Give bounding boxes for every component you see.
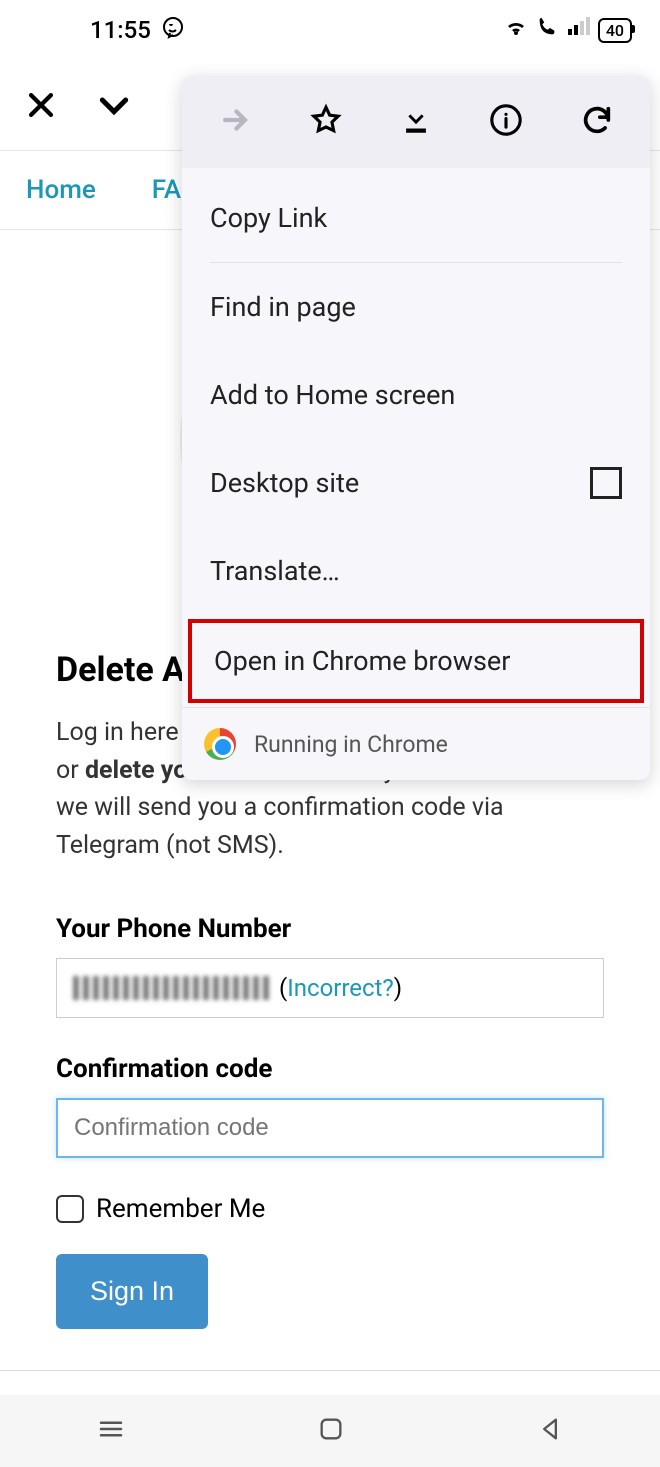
phone-field[interactable]: (Incorrect?) <box>56 958 604 1018</box>
tab-faq[interactable]: FA <box>152 175 181 205</box>
phone-call-icon <box>536 16 558 44</box>
phone-label: Your Phone Number <box>56 914 604 944</box>
reload-icon[interactable] <box>580 103 614 141</box>
desktop-site-checkbox[interactable] <box>590 467 622 499</box>
remember-row[interactable]: Remember Me <box>56 1194 604 1224</box>
phone-value-redacted <box>73 976 273 1000</box>
recents-icon[interactable] <box>96 1414 126 1448</box>
code-input[interactable] <box>74 1114 586 1142</box>
incorrect-link[interactable]: Incorrect? <box>287 974 394 1002</box>
system-nav-bar <box>0 1395 660 1467</box>
code-field-wrap <box>56 1098 604 1158</box>
battery-indicator: 40 <box>598 18 632 43</box>
menu-footer: Running in Chrome <box>182 707 650 780</box>
star-icon[interactable] <box>309 103 343 141</box>
wifi-icon <box>504 15 528 45</box>
signal-icon <box>566 15 590 45</box>
menu-find-in-page[interactable]: Find in page <box>182 263 650 351</box>
info-icon[interactable] <box>489 103 523 141</box>
menu-copy-link[interactable]: Copy Link <box>182 174 650 262</box>
code-label: Confirmation code <box>56 1054 604 1084</box>
forward-icon[interactable] <box>218 103 252 141</box>
tab-home[interactable]: Home <box>26 175 96 205</box>
menu-footer-label: Running in Chrome <box>254 731 448 758</box>
menu-desktop-site[interactable]: Desktop site <box>182 439 650 527</box>
signin-button[interactable]: Sign In <box>56 1254 208 1329</box>
remember-checkbox[interactable] <box>56 1195 84 1223</box>
status-bar: 11:55 40 <box>0 0 660 60</box>
back-icon[interactable] <box>536 1415 564 1447</box>
browser-menu: Copy Link Find in page Add to Home scree… <box>182 76 650 780</box>
menu-translate[interactable]: Translate… <box>182 527 650 615</box>
menu-icon-row <box>182 76 650 168</box>
menu-open-in-chrome[interactable]: Open in Chrome browser <box>188 619 644 703</box>
chevron-down-icon[interactable] <box>94 85 134 125</box>
whatsapp-icon <box>161 15 185 45</box>
chrome-icon <box>204 728 236 760</box>
close-icon[interactable] <box>24 88 58 122</box>
remember-label: Remember Me <box>96 1194 265 1224</box>
menu-add-to-home[interactable]: Add to Home screen <box>182 351 650 439</box>
download-icon[interactable] <box>399 103 433 141</box>
divider <box>0 1370 660 1371</box>
home-icon[interactable] <box>317 1415 345 1447</box>
status-time: 11:55 <box>90 16 151 44</box>
